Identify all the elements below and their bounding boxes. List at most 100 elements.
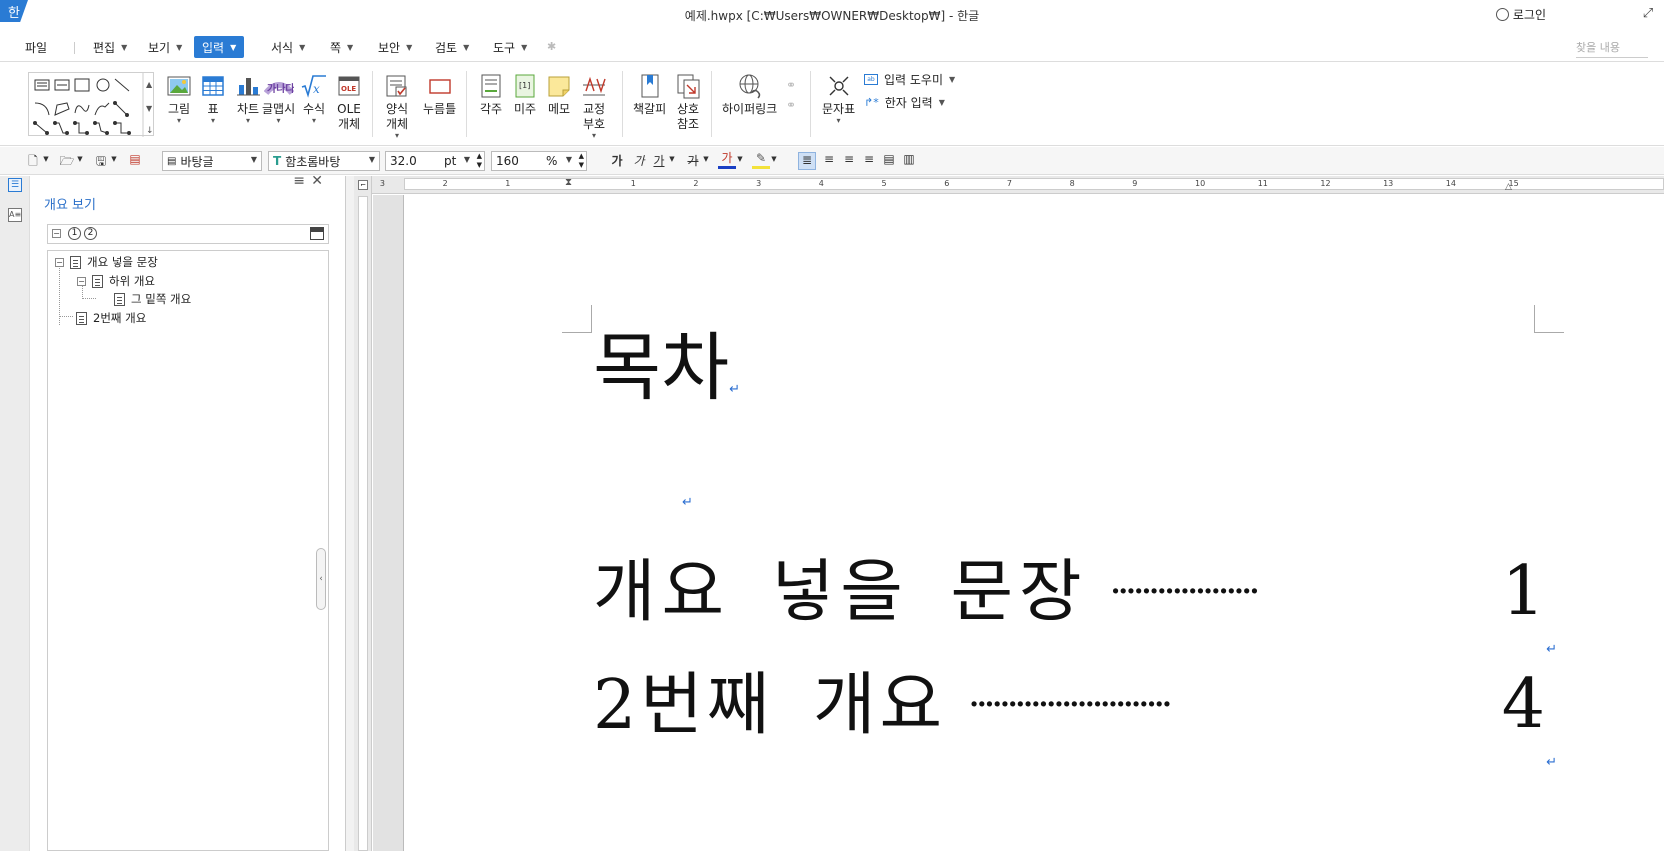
insert-hyperlink-button[interactable]: 하이퍼링크: [722, 73, 777, 117]
chevron-down-icon: ▼: [565, 155, 572, 164]
document-page[interactable]: 목차↵ ↵ 개요 넣을 문장 ··················· 1 ↵ 2…: [403, 195, 1664, 851]
insert-endnote-button[interactable]: [1] 미주: [512, 73, 538, 117]
crossref-icon: [677, 74, 700, 99]
toc-entry[interactable]: 2번째 개요 ·························· 4 ↵: [593, 660, 1557, 770]
new-document-icon[interactable]: 🗋: [24, 152, 42, 170]
empty-paragraph[interactable]: ↵: [682, 495, 693, 510]
input-helper-button[interactable]: ab 입력 도우미 ▼: [864, 71, 955, 88]
outline-node[interactable]: 2번째 개요: [76, 309, 146, 327]
tool-options-icon[interactable]: ✱: [547, 40, 561, 53]
font-color-button[interactable]: 가: [718, 152, 736, 169]
insert-image-button[interactable]: 그림 ▾: [166, 73, 192, 125]
login-button[interactable]: 로그인: [1495, 6, 1546, 23]
italic-button[interactable]: 가: [630, 152, 648, 170]
panel-menu-icon[interactable]: ≡: [293, 173, 305, 189]
stepper-icon[interactable]: ▲ ▼: [579, 152, 584, 170]
insert-chart-button[interactable]: 차트 ▾: [235, 73, 261, 125]
menu-edit[interactable]: 편집 ▼: [87, 37, 133, 57]
align-divide-icon[interactable]: ▥: [900, 152, 918, 170]
proofreading-button[interactable]: 교정 부호 ▾: [581, 73, 607, 140]
align-right-icon[interactable]: ≡: [860, 152, 878, 170]
stepper-icon[interactable]: ▲ ▼: [477, 152, 482, 170]
open-folder-icon[interactable]: 🗁: [58, 152, 76, 170]
chevron-down-icon[interactable]: ▼: [770, 155, 778, 173]
line-spacing-field[interactable]: 160 % ▼ ▲ ▼: [491, 151, 587, 171]
ribbon-label: 하이퍼링크: [722, 102, 778, 116]
chevron-down-icon: ▾: [245, 116, 250, 125]
align-left-icon[interactable]: ≡: [820, 152, 838, 170]
outline-level-1-button[interactable]: 1: [68, 227, 81, 240]
outline-view-icon[interactable]: ☰: [8, 178, 22, 192]
outline-level-2-button[interactable]: 2: [84, 227, 97, 240]
menu-security[interactable]: 보안 ▼: [372, 37, 418, 57]
page-margin-corner: [1534, 305, 1564, 333]
cross-reference-button[interactable]: 상호 참조: [675, 73, 701, 132]
ruler-number: 11: [1257, 179, 1268, 188]
save-icon[interactable]: 🖫: [92, 152, 110, 170]
chevron-down-icon[interactable]: ▼: [668, 155, 676, 173]
strikethrough-button[interactable]: 가: [684, 152, 702, 170]
search-input[interactable]: 찾을 내용: [1576, 36, 1648, 58]
ribbon-label: 한자 입력: [884, 96, 933, 110]
menu-insert[interactable]: 입력 ▼: [194, 36, 245, 58]
collapse-icon[interactable]: −: [77, 276, 86, 286]
insert-footnote-button[interactable]: 각주: [478, 73, 504, 117]
collapse-icon[interactable]: −: [55, 257, 64, 267]
menu-page[interactable]: 쪽 ▼: [324, 37, 359, 57]
ruler-corner-icon[interactable]: ⌐: [358, 180, 368, 190]
insert-form-button[interactable]: 양식 개체 ▾: [384, 73, 410, 140]
close-icon[interactable]: ✕: [311, 173, 323, 189]
menu-file[interactable]: 파일: [19, 37, 53, 57]
insert-symbol-button[interactable]: 문자표 ▾: [822, 73, 855, 125]
toc-entry[interactable]: 개요 넣을 문장 ··················· 1 ↵: [593, 547, 1557, 657]
right-margin-marker-icon[interactable]: △: [1505, 182, 1512, 192]
panel-splitter[interactable]: ‹: [316, 176, 354, 851]
toc-page-number: 4: [1501, 665, 1545, 744]
pdf-icon[interactable]: ▤: [126, 152, 144, 170]
align-distribute-icon[interactable]: ▤: [880, 152, 898, 170]
align-justify-icon[interactable]: ≣: [798, 152, 816, 170]
font-select[interactable]: T 함초롬바탕 ▼: [268, 151, 380, 171]
toc-entry-text: 개요 넣을 문장: [593, 553, 1088, 632]
insert-memo-button[interactable]: 메모: [546, 73, 572, 117]
chevron-down-icon[interactable]: ▼: [110, 155, 118, 173]
menu-review[interactable]: 검토 ▼: [429, 37, 475, 57]
shape-gallery[interactable]: ▲ ▼ ↓: [28, 72, 154, 137]
return-mark: ↵: [682, 495, 693, 510]
collapse-all-icon[interactable]: −: [52, 229, 61, 238]
panel-toggle-icon[interactable]: [310, 227, 324, 240]
style-panel-icon[interactable]: A≡: [8, 208, 22, 222]
highlight-icon[interactable]: ✎: [752, 152, 770, 169]
outline-node[interactable]: − 개요 넣을 문장: [55, 253, 158, 271]
insert-ole-button[interactable]: OLE OLE 개체: [336, 73, 362, 132]
svg-text:x: x: [313, 82, 320, 96]
maximize-icon[interactable]: ⤢: [1640, 6, 1656, 21]
chevron-down-icon[interactable]: ▼: [42, 155, 50, 173]
chevron-down-icon: ▼: [406, 42, 413, 52]
insert-field-button[interactable]: 누름틀: [423, 73, 456, 117]
bold-button[interactable]: 가: [608, 152, 626, 170]
outline-node[interactable]: − 하위 개요: [77, 272, 155, 290]
indent-marker-icon[interactable]: ⧗: [565, 177, 572, 188]
insert-formula-button[interactable]: x 수식 ▾: [301, 73, 327, 125]
menu-bar: 파일 편집 ▼ 보기 ▼ 입력 ▼ 서식 ▼ 쪽 ▼ 보안 ▼ 검토 ▼ 도구 ▼ ✱: [0, 30, 1664, 62]
hanja-input-button[interactable]: ↱* 한자 입력 ▼: [864, 94, 945, 111]
font-size-field[interactable]: 32.0 pt ▼ ▲ ▼: [385, 151, 485, 171]
align-center-icon[interactable]: ≡: [840, 152, 858, 170]
collapse-panel-handle[interactable]: ‹: [316, 548, 326, 610]
horizontal-ruler[interactable]: 3 2 1 1 2 3 4 5 6 7 8 9 10 11 12 13 14 15 ⧗ △: [372, 176, 1664, 194]
insert-bookmark-button[interactable]: 책갈피: [633, 73, 666, 117]
insert-table-button[interactable]: 표 ▾: [200, 73, 226, 125]
insert-wordart-button[interactable]: 가나다 글맵시 ▾: [262, 73, 295, 125]
chevron-down-icon[interactable]: ▼: [702, 155, 710, 173]
toc-heading[interactable]: 목차↵: [593, 323, 740, 435]
menu-tools[interactable]: 도구 ▼: [487, 37, 533, 57]
vertical-ruler[interactable]: ⌐: [354, 176, 372, 851]
menu-view[interactable]: 보기 ▼: [142, 37, 188, 57]
chevron-down-icon[interactable]: ▼: [736, 155, 744, 173]
chevron-down-icon[interactable]: ▼: [76, 155, 84, 173]
menu-format[interactable]: 서식 ▼: [265, 37, 311, 57]
style-select[interactable]: ▤ 바탕글 ▼: [162, 151, 262, 171]
underline-button[interactable]: 가: [650, 152, 668, 170]
outline-node[interactable]: 그 밑쪽 개요: [114, 290, 191, 308]
